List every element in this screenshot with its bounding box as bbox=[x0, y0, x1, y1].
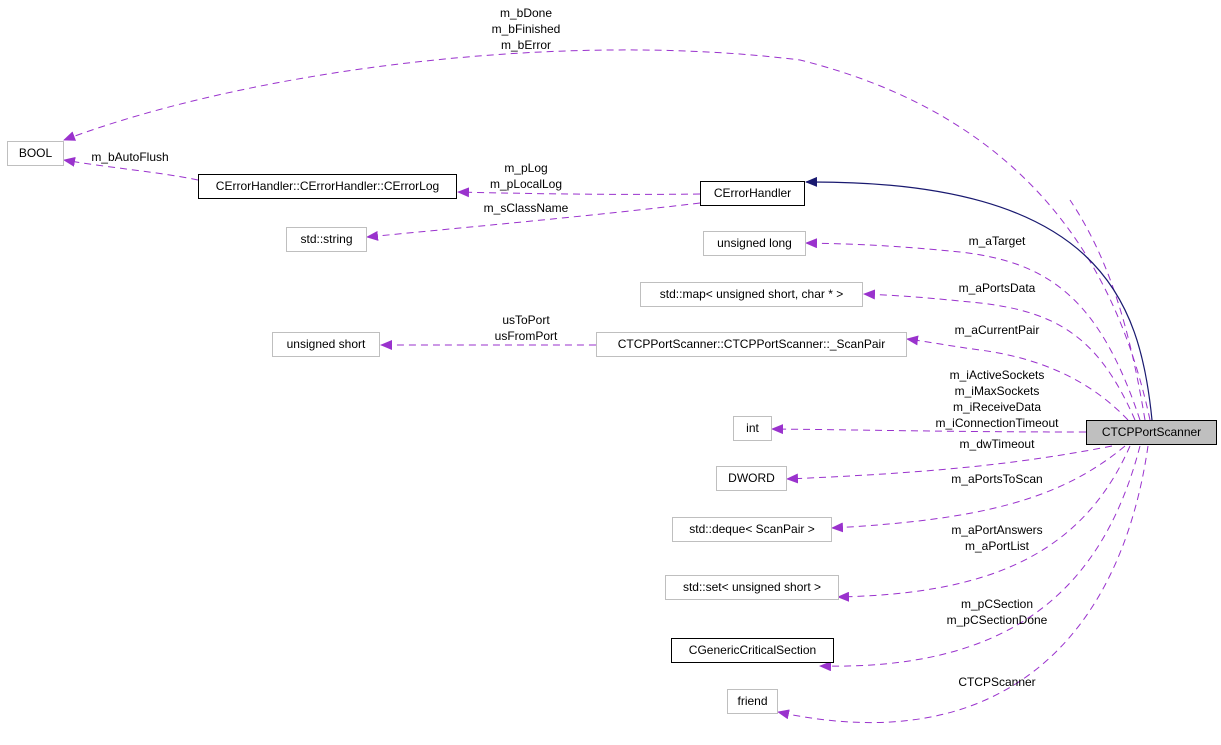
edge-label-int-main: m_iActiveSockets m_iMaxSockets m_iReceiv… bbox=[922, 367, 1072, 431]
edge-label-bool-main: m_bDone m_bFinished m_bError bbox=[476, 5, 576, 53]
edge-label-set-main: m_aPortAnswers m_aPortList bbox=[932, 522, 1062, 554]
label-line: m_aPortsData bbox=[958, 281, 1036, 295]
label-line: m_iMaxSockets bbox=[954, 384, 1040, 398]
edge-label-map-main: m_aPortsData bbox=[947, 280, 1047, 296]
edge-label-ushort-scanpair: usToPort usFromPort bbox=[476, 312, 576, 344]
label-line: m_aPortsToScan bbox=[951, 472, 1043, 486]
edge-label-ulong-main: m_aTarget bbox=[947, 233, 1047, 249]
node-friend[interactable]: friend bbox=[727, 689, 778, 714]
label-line: m_bAutoFlush bbox=[91, 150, 169, 164]
label-line: m_iActiveSockets bbox=[949, 368, 1045, 382]
node-dword[interactable]: DWORD bbox=[716, 466, 787, 491]
edge-label-cs-main: m_pCSection m_pCSectionDone bbox=[932, 596, 1062, 628]
label-line: m_aPortList bbox=[964, 539, 1030, 553]
label-line: m_pLog bbox=[504, 161, 548, 175]
label-line: CTCPScanner bbox=[958, 675, 1036, 689]
label-line: m_bDone bbox=[499, 6, 553, 20]
edge-label-scanpair-main: m_aCurrentPair bbox=[937, 322, 1057, 338]
edge-label-bool-errorlog: m_bAutoFlush bbox=[80, 149, 180, 165]
label-line: m_pLocalLog bbox=[489, 177, 563, 191]
node-unsigned-short[interactable]: unsigned short bbox=[272, 332, 380, 357]
node-unsigned-long[interactable]: unsigned long bbox=[703, 231, 806, 256]
label-line: usToPort bbox=[502, 313, 550, 327]
label-line: m_aPortAnswers bbox=[951, 523, 1043, 537]
label-line: usFromPort bbox=[494, 329, 558, 343]
edge-bool-main-2 bbox=[1069, 199, 1146, 421]
label-line: m_aTarget bbox=[968, 234, 1026, 248]
edge-label-errorlog-handler: m_pLog m_pLocalLog bbox=[476, 160, 576, 192]
edge-label-dword-main: m_dwTimeout bbox=[937, 436, 1057, 452]
label-line: m_iConnectionTimeout bbox=[935, 416, 1059, 430]
edge-deque-main bbox=[831, 445, 1126, 533]
edge-label-deque-main: m_aPortsToScan bbox=[932, 471, 1062, 487]
label-line: m_pCSection bbox=[960, 597, 1034, 611]
node-ctcpportscanner[interactable]: CTCPPortScanner bbox=[1086, 420, 1217, 445]
edge-label-friend-main: CTCPScanner bbox=[947, 674, 1047, 690]
label-line: m_sClassName bbox=[483, 201, 569, 215]
label-line: m_pCSectionDone bbox=[946, 613, 1048, 627]
node-critical-section[interactable]: CGenericCriticalSection bbox=[671, 638, 834, 663]
node-std-string[interactable]: std::string bbox=[286, 227, 367, 252]
label-line: m_iReceiveData bbox=[952, 400, 1042, 414]
node-error-log[interactable]: CErrorHandler::CErrorHandler::CErrorLog bbox=[198, 174, 457, 199]
node-std-set[interactable]: std::set< unsigned short > bbox=[665, 575, 839, 600]
label-line: m_aCurrentPair bbox=[954, 323, 1040, 337]
label-line: m_bError bbox=[500, 38, 551, 52]
node-bool[interactable]: BOOL bbox=[7, 141, 64, 166]
edge-label-string-handler: m_sClassName bbox=[466, 200, 586, 216]
node-std-deque[interactable]: std::deque< ScanPair > bbox=[672, 517, 832, 542]
label-line: m_dwTimeout bbox=[959, 437, 1035, 451]
node-int[interactable]: int bbox=[733, 416, 772, 441]
node-scan-pair[interactable]: CTCPPortScanner::CTCPPortScanner::_ScanP… bbox=[596, 332, 907, 357]
label-line: m_bFinished bbox=[491, 22, 561, 36]
node-error-handler[interactable]: CErrorHandler bbox=[700, 181, 805, 206]
node-std-map[interactable]: std::map< unsigned short, char * > bbox=[640, 282, 863, 307]
edge-errorlog-handler bbox=[457, 187, 701, 198]
